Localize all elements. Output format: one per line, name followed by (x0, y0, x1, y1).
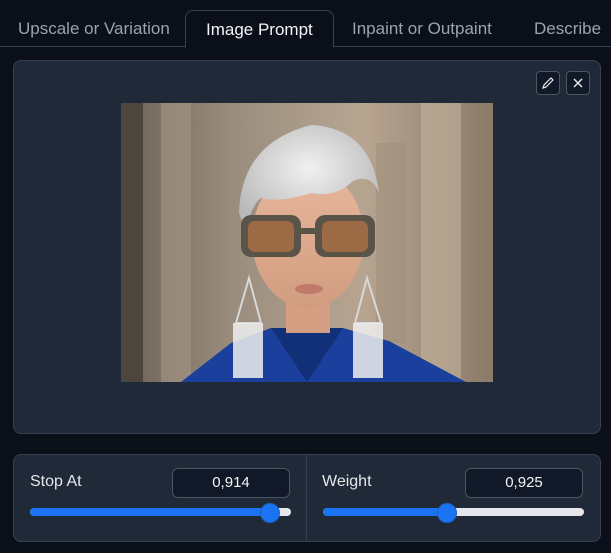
weight-slider-thumb[interactable] (436, 503, 457, 523)
tab-inpaint-or-outpaint[interactable]: Inpaint or Outpaint (352, 10, 492, 46)
weight-label: Weight (322, 473, 372, 490)
tab-image-prompt[interactable]: Image Prompt (185, 10, 334, 48)
stop-at-slider[interactable] (30, 503, 291, 523)
tab-upscale-or-variation[interactable]: Upscale or Variation (18, 10, 170, 46)
uploaded-image (121, 103, 493, 382)
divider (306, 455, 307, 541)
edit-button[interactable] (536, 71, 560, 95)
stop-at-slider-fill (30, 508, 269, 516)
stop-at-number-input[interactable]: 0,914 (172, 468, 290, 498)
close-icon (573, 78, 583, 88)
weight-number-input[interactable]: 0,925 (465, 468, 583, 498)
tab-describe[interactable]: Describe (534, 10, 601, 46)
pencil-icon (542, 77, 554, 89)
stop-at-slider-thumb[interactable] (259, 503, 280, 523)
image-prompt-panel[interactable] (13, 60, 601, 434)
stop-at-label: Stop At (30, 473, 82, 490)
tab-bar: Upscale or Variation Image Prompt Inpain… (0, 0, 611, 48)
slider-panel: Stop At 0,914 Weight 0,925 (13, 454, 601, 542)
weight-slider[interactable] (323, 503, 584, 523)
weight-slider-fill (323, 508, 446, 516)
close-button[interactable] (566, 71, 590, 95)
